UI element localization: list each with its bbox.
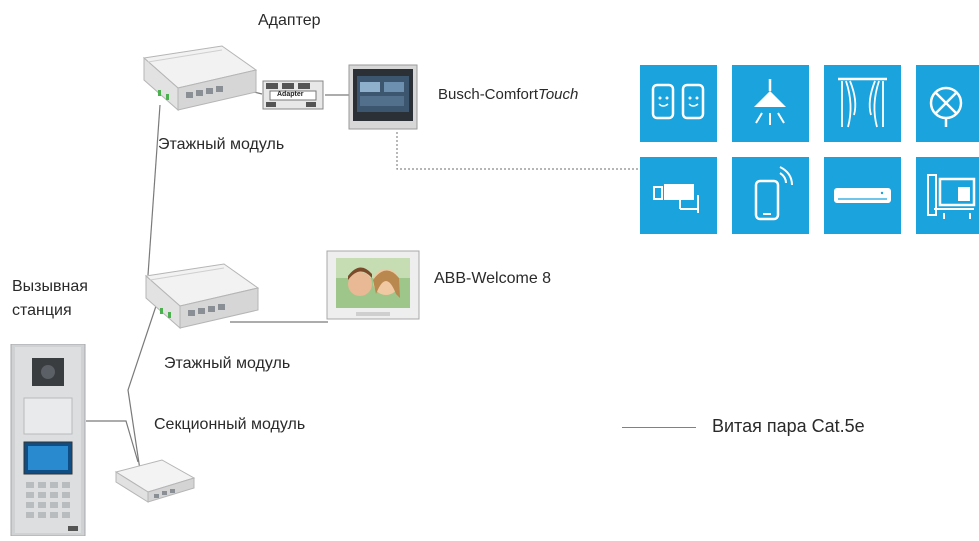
comfort-touch-label: Busch-ComfortTouch <box>438 86 578 103</box>
call-station-label-line2: станция <box>12 302 72 319</box>
call-station-label-line1: Вызывная <box>12 278 88 295</box>
floor-module-mid <box>140 262 260 339</box>
section-module <box>112 458 196 515</box>
floor-module-top-label: Этажный модуль <box>158 136 285 153</box>
tile-sunblind <box>916 157 979 234</box>
comfort-touch-label-prefix: Busch-Comfort <box>438 86 539 103</box>
curtains-icon <box>838 77 887 128</box>
adapter-device-text: Adapter <box>277 91 304 98</box>
tile-phones <box>640 65 717 142</box>
floor-module-mid-label: Этажный модуль <box>164 355 291 372</box>
section-module-label: Секционный модуль <box>154 416 306 433</box>
tile-camera <box>640 157 717 234</box>
tile-smartphone-wifi <box>732 157 809 234</box>
camera-icon <box>653 184 699 213</box>
legend-line <box>622 427 696 428</box>
legend-label: Витая пара Cat.5e <box>712 416 865 436</box>
abb-welcome-label: ABB-Welcome 8 <box>434 270 552 287</box>
tile-ceiling-lamp <box>732 65 809 142</box>
tile-air-conditioner <box>824 157 901 234</box>
adapter-label: Адаптер <box>258 12 321 29</box>
abb-welcome-monitor <box>326 250 420 322</box>
smartphone-wifi-icon <box>754 166 793 221</box>
air-conditioner-icon <box>834 188 891 203</box>
comfort-touch-panel <box>348 64 418 130</box>
tile-fan <box>916 65 979 142</box>
adapter-device: Adapter <box>262 80 324 110</box>
comfort-touch-label-suffix: Touch <box>538 86 579 103</box>
floor-module-top <box>138 44 258 121</box>
sunblind-icon <box>927 174 976 219</box>
call-station <box>10 343 86 537</box>
phones-icon <box>651 83 705 120</box>
tile-curtains <box>824 65 901 142</box>
ceiling-lamp-icon <box>754 79 786 125</box>
fan-icon <box>929 86 963 127</box>
